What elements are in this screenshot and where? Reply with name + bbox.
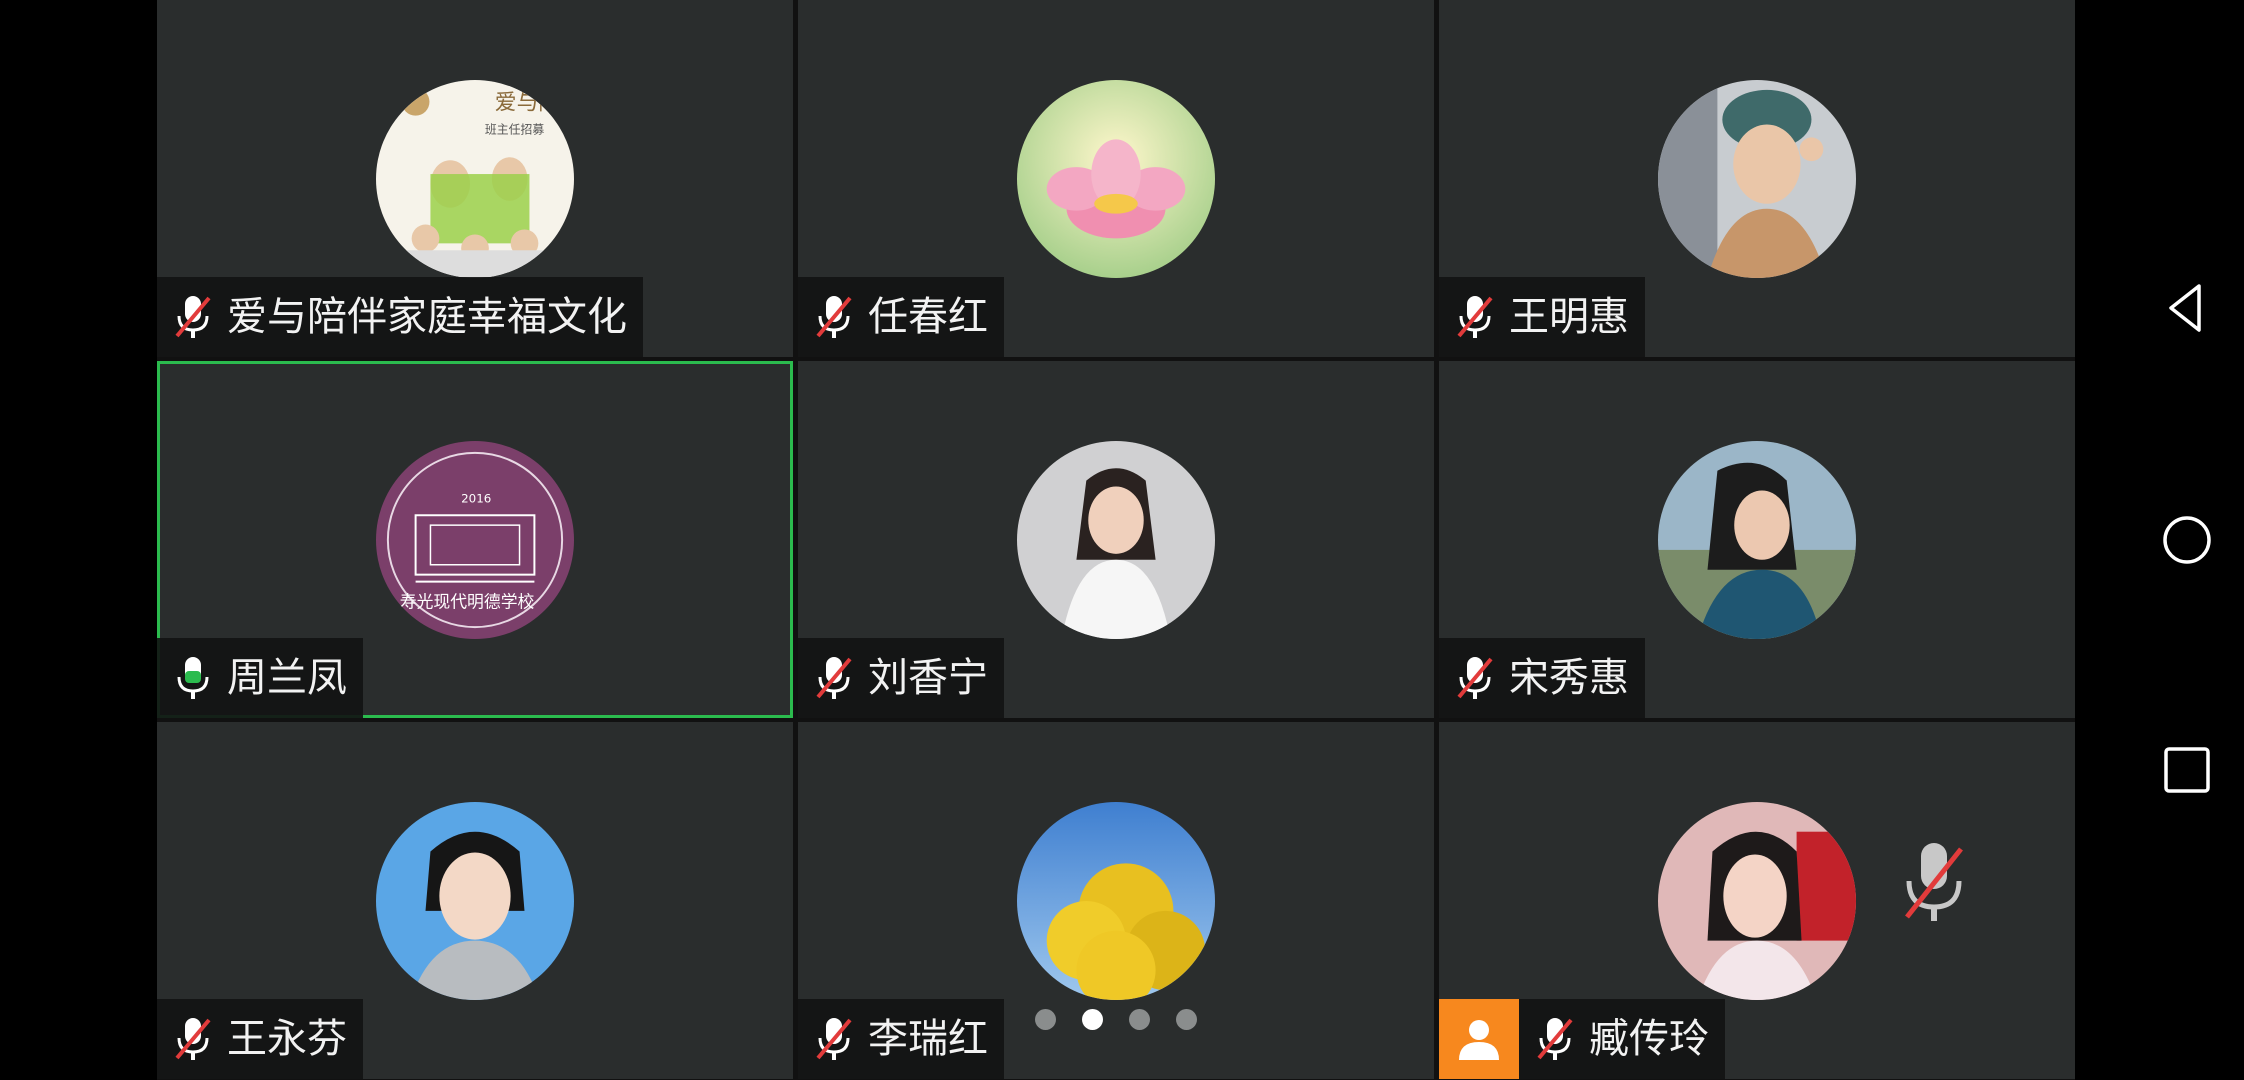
name-tag: 刘香宁: [798, 638, 1004, 718]
svg-text:寿光现代明德学校: 寿光现代明德学校: [400, 591, 535, 611]
participant-name: 李瑞红: [868, 1016, 988, 1062]
mic-muted-icon: [171, 292, 215, 342]
mic-muted-icon: [171, 1014, 215, 1064]
poster-avatar: 爱与陪 班主任招募: [376, 80, 574, 278]
page-indicator[interactable]: [1035, 1009, 1197, 1031]
mic-muted-icon: [812, 653, 856, 703]
participant-name: 王永芬: [227, 1016, 347, 1062]
name-tag: 爱与陪伴家庭幸福文化: [157, 277, 643, 357]
name-tag: 臧传玲: [1519, 999, 1725, 1079]
system-nav-bar: [2130, 0, 2244, 1080]
svg-text:爱与陪: 爱与陪: [495, 91, 560, 116]
photo-avatar: [376, 802, 574, 1000]
participant-tile[interactable]: 刘香宁: [798, 361, 1434, 718]
page-dot-active[interactable]: [1082, 1009, 1103, 1030]
participant-tile-self[interactable]: 臧传玲: [1439, 722, 2075, 1079]
photo-avatar: [1658, 441, 1856, 639]
name-tag: 宋秀惠: [1439, 638, 1645, 718]
name-tag: 任春红: [798, 277, 1004, 357]
video-grid: 爱与陪 班主任招募 爱与陪伴家庭幸福文化 任春红 王明惠 2016 寿光现代明德…: [157, 0, 2075, 1080]
home-icon[interactable]: [2157, 510, 2217, 570]
mic-muted-icon: [1533, 1014, 1577, 1064]
participant-tile[interactable]: 王明惠: [1439, 0, 2075, 357]
page-dot[interactable]: [1129, 1009, 1150, 1030]
svg-text:2016: 2016: [461, 491, 491, 505]
participant-name: 宋秀惠: [1509, 655, 1629, 701]
participant-name: 爱与陪伴家庭幸福文化: [227, 294, 627, 340]
page-dot[interactable]: [1035, 1009, 1056, 1030]
name-tag: 周兰凤: [157, 638, 363, 718]
photo-avatar: [1658, 80, 1856, 278]
photo-avatar: [1658, 802, 1856, 1000]
photo-avatar: [1017, 441, 1215, 639]
participant-name: 刘香宁: [868, 655, 988, 701]
name-tag: 王明惠: [1439, 277, 1645, 357]
participant-tile[interactable]: 宋秀惠: [1439, 361, 2075, 718]
school-logo-avatar: 2016 寿光现代明德学校: [376, 441, 574, 639]
participant-name: 周兰凤: [227, 655, 347, 701]
mic-muted-icon[interactable]: [1899, 837, 1969, 927]
name-tag: 王永芬: [157, 999, 363, 1079]
page-dot[interactable]: [1176, 1009, 1197, 1030]
lotus-avatar: [1017, 80, 1215, 278]
mic-muted-icon: [1453, 292, 1497, 342]
participant-name: 臧传玲: [1589, 1016, 1709, 1062]
recents-icon[interactable]: [2157, 740, 2217, 800]
name-tag: 李瑞红: [798, 999, 1004, 1079]
participant-tile-active[interactable]: 2016 寿光现代明德学校 周兰凤: [157, 361, 793, 718]
participant-tile[interactable]: 王永芬: [157, 722, 793, 1079]
mic-muted-icon: [812, 292, 856, 342]
tree-avatar: [1017, 802, 1215, 1000]
svg-text:班主任招募: 班主任招募: [485, 122, 544, 136]
mic-muted-icon: [1453, 653, 1497, 703]
back-icon[interactable]: [2157, 278, 2217, 338]
participant-tile[interactable]: 任春红: [798, 0, 1434, 357]
participant-tile[interactable]: 爱与陪 班主任招募 爱与陪伴家庭幸福文化: [157, 0, 793, 357]
mic-muted-icon: [812, 1014, 856, 1064]
participant-name: 王明惠: [1509, 294, 1629, 340]
participant-name: 任春红: [868, 294, 988, 340]
mic-active-icon: [171, 653, 215, 703]
user-icon: [1439, 999, 1519, 1079]
